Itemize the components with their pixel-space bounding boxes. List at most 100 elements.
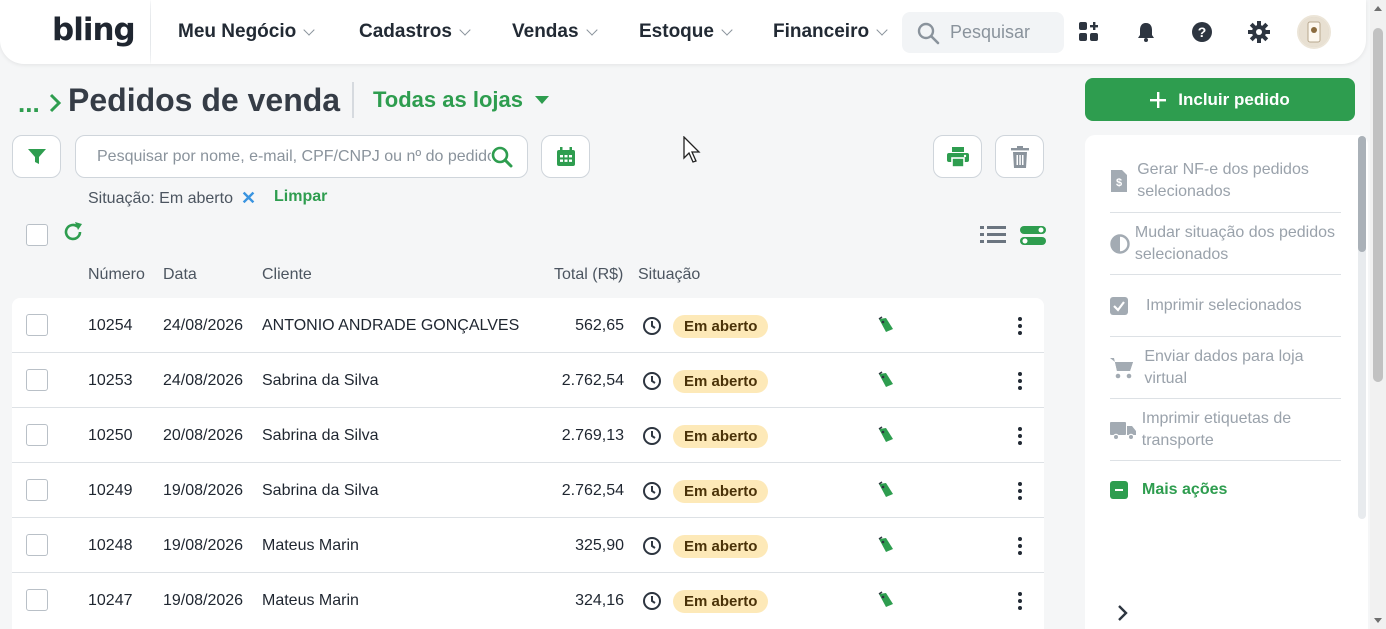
plus-icon (1150, 91, 1167, 108)
cell-total: 2.762,54 (561, 372, 624, 389)
shopping-bag-icon[interactable] (877, 426, 895, 444)
row-menu-icon[interactable] (1015, 372, 1025, 390)
scroll-thumb[interactable] (1373, 28, 1383, 382)
help-icon[interactable]: ? (1190, 20, 1214, 44)
nav-label: Financeiro (773, 21, 870, 42)
row-menu-icon[interactable] (1015, 537, 1025, 555)
top-navbar: bling Meu Negócio Cadastros Vendas Estoq… (0, 0, 1366, 64)
action-label: Gerar NF-e dos pedidos selecionados (1137, 160, 1309, 200)
cell-number: 10253 (88, 372, 133, 389)
shopping-bag-icon[interactable] (877, 481, 895, 499)
row-menu-icon[interactable] (1015, 482, 1025, 500)
action-print-labels[interactable]: Imprimir etiquetas de transporte (1110, 399, 1341, 461)
cart-icon (1110, 357, 1133, 378)
table-row[interactable]: 10254 24/08/2026 ANTONIO ANDRADE GONÇALV… (12, 298, 1044, 353)
store-select[interactable]: Todas as lojas (373, 87, 549, 113)
action-generate-nfe[interactable]: $ Gerar NF-e dos pedidos selecionados (1110, 149, 1341, 213)
row-checkbox[interactable] (26, 534, 48, 556)
action-print-selected[interactable]: Imprimir selecionados (1110, 275, 1341, 337)
print-button[interactable] (933, 135, 982, 178)
chevron-right-icon[interactable] (1116, 603, 1130, 623)
panel-scrollbar[interactable] (1358, 136, 1366, 519)
calendar-icon (556, 146, 575, 166)
col-header-status[interactable]: Situação (638, 266, 700, 284)
clock-icon (643, 372, 661, 390)
toggle-view-icon[interactable] (1020, 225, 1046, 247)
order-search-input[interactable] (97, 147, 491, 166)
row-checkbox[interactable] (26, 369, 48, 391)
action-label: Imprimir etiquetas de transporte (1141, 409, 1292, 449)
col-header-client[interactable]: Cliente (262, 266, 312, 284)
row-menu-icon[interactable] (1015, 317, 1025, 335)
nav-financeiro[interactable]: Financeiro (773, 21, 888, 43)
cell-client: ANTONIO ANDRADE GONÇALVES (262, 317, 520, 334)
row-checkbox[interactable] (26, 589, 48, 611)
chevron-down-icon (303, 23, 315, 36)
title-divider (352, 82, 354, 118)
shopping-bag-icon[interactable] (877, 536, 895, 554)
cell-date: 19/08/2026 (163, 537, 244, 554)
table-row[interactable]: 10250 20/08/2026 Sabrina da Silva 2.769,… (12, 408, 1044, 463)
search-icon[interactable] (491, 146, 513, 168)
row-menu-icon[interactable] (1015, 592, 1025, 610)
nav-meu-negocio[interactable]: Meu Negócio (178, 21, 315, 43)
shopping-bag-icon[interactable] (877, 591, 895, 609)
shopping-bag-icon[interactable] (877, 371, 895, 389)
filter-button[interactable] (12, 135, 61, 178)
row-checkbox[interactable] (26, 314, 48, 336)
cell-number: 10247 (88, 592, 133, 609)
date-filter-button[interactable] (541, 135, 590, 178)
bell-icon[interactable] (1134, 20, 1158, 44)
more-actions-button[interactable]: Mais ações (1110, 481, 1227, 499)
close-icon[interactable]: ✕ (241, 188, 256, 209)
table-row[interactable]: 10248 19/08/2026 Mateus Marin 325,90 Em … (12, 518, 1044, 573)
breadcrumb-ellipsis[interactable]: ... (18, 88, 40, 119)
status-badge: Em aberto (673, 590, 769, 613)
gear-icon[interactable] (1247, 20, 1271, 44)
list-view-icon[interactable] (980, 224, 1006, 246)
cell-number: 10248 (88, 537, 133, 554)
svg-text:$: $ (1116, 177, 1122, 189)
global-search[interactable]: Pesquisar (902, 12, 1064, 53)
shopping-bag-icon[interactable] (877, 316, 895, 334)
row-checkbox[interactable] (26, 479, 48, 501)
action-label: Mudar situação dos pedidos selecionados (1134, 223, 1336, 263)
refresh-icon[interactable] (62, 221, 84, 243)
cell-client: Sabrina da Silva (262, 427, 379, 444)
col-header-date[interactable]: Data (163, 266, 197, 284)
row-menu-icon[interactable] (1015, 427, 1025, 445)
window-scrollbar[interactable] (1370, 0, 1386, 629)
search-icon (917, 22, 940, 44)
table-row[interactable]: 10249 19/08/2026 Sabrina da Silva 2.762,… (12, 463, 1044, 518)
scroll-up-icon[interactable] (1374, 6, 1382, 11)
cell-date: 24/08/2026 (163, 317, 244, 334)
clear-filters-link[interactable]: Limpar (274, 188, 327, 206)
nav-cadastros[interactable]: Cadastros (359, 21, 471, 43)
action-send-to-store[interactable]: Enviar dados para loja virtual (1110, 337, 1341, 399)
include-order-label: Incluir pedido (1178, 89, 1290, 109)
nav-vendas[interactable]: Vendas (512, 21, 598, 43)
scroll-down-icon[interactable] (1374, 618, 1382, 623)
select-all-checkbox[interactable] (26, 224, 48, 246)
cell-date: 19/08/2026 (163, 592, 244, 609)
table-row[interactable]: 10253 24/08/2026 Sabrina da Silva 2.762,… (12, 353, 1044, 408)
nav-estoque[interactable]: Estoque (639, 21, 733, 43)
action-change-status[interactable]: Mudar situação dos pedidos selecionados (1110, 213, 1341, 275)
row-checkbox[interactable] (26, 424, 48, 446)
printer-icon (946, 146, 969, 167)
avatar[interactable] (1297, 15, 1331, 49)
chevron-down-icon (721, 23, 733, 36)
table-row[interactable]: 10247 19/08/2026 Mateus Marin 324,16 Em … (12, 573, 1044, 628)
nav-label: Cadastros (359, 21, 452, 42)
action-label: Imprimir selecionados (1146, 296, 1302, 314)
include-order-button[interactable]: Incluir pedido (1085, 78, 1355, 121)
col-header-number[interactable]: Número (88, 266, 145, 284)
bling-logo[interactable]: bling (52, 12, 136, 48)
store-select-value: Todas as lojas (373, 87, 523, 112)
order-search[interactable] (75, 135, 528, 178)
col-header-total[interactable]: Total (R$) (554, 266, 623, 284)
delete-button[interactable] (995, 135, 1044, 178)
cell-total: 325,90 (575, 537, 624, 554)
caret-down-icon (534, 96, 549, 104)
apps-add-icon[interactable] (1077, 20, 1101, 44)
